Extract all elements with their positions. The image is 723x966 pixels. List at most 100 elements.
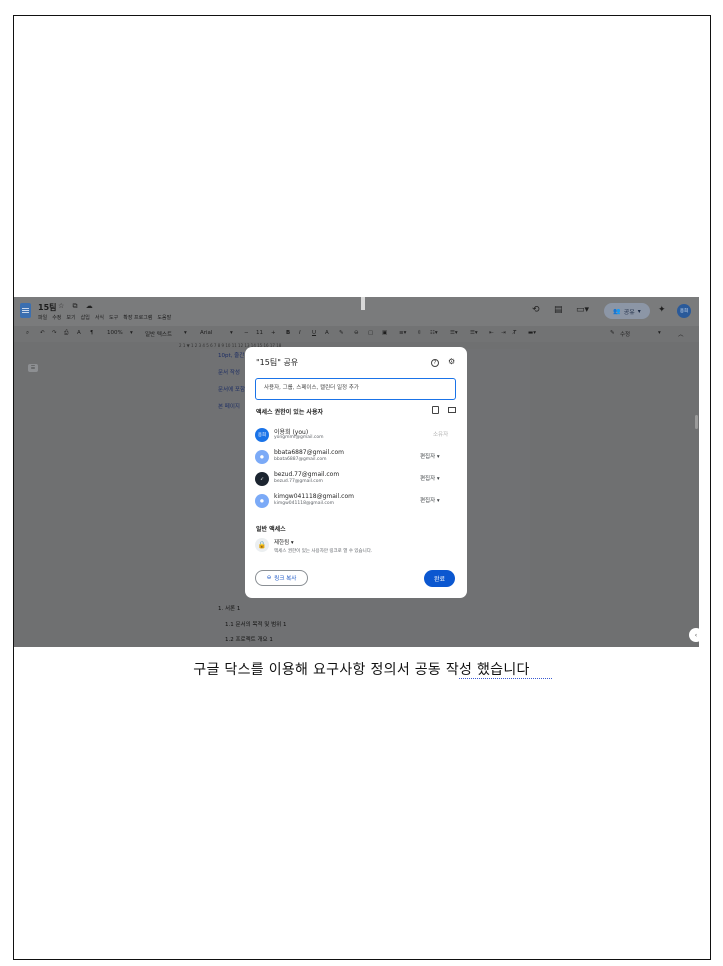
docs-title-bar: 15팀 ☆ ⧉ ☁ 파일 수정 보기 삽입 서식 도구 확장 프로그램 도움말 … <box>14 297 699 326</box>
indent-increase-icon[interactable]: ⇥ <box>501 330 506 336</box>
menu-tools[interactable]: 도구 <box>109 314 118 321</box>
scrollbar[interactable] <box>695 415 698 429</box>
menu-extensions[interactable]: 확장 프로그램 <box>123 314 152 321</box>
role-select[interactable]: 편집자 ▾ <box>420 452 440 460</box>
edit-mode-chevron-icon[interactable]: ▾ <box>658 330 661 336</box>
spellcheck-icon[interactable]: A <box>77 330 81 336</box>
body-line: 문서에 포함 <box>218 387 246 393</box>
person-row: 용희 이용희 (you) yongmmf@gmail.com 소유자 <box>255 426 455 444</box>
bold-icon[interactable]: B <box>286 330 290 336</box>
role-select[interactable]: 편집자 ▾ <box>420 496 440 504</box>
people-header: 액세스 권한이 있는 사용자 <box>256 409 323 416</box>
body-line: 10pt, 줄간 <box>218 353 245 359</box>
toc-line[interactable]: 1.1 문서의 목적 및 범위 1 <box>225 620 286 628</box>
caption: 구글 닥스를 이용해 요구사항 정의서 공동 작성 했습니다 <box>193 662 530 678</box>
edit-mode-icon[interactable]: ✎ <box>610 330 615 336</box>
style-chevron-icon[interactable]: ▾ <box>184 330 187 336</box>
menu-format[interactable]: 서식 <box>95 314 104 321</box>
outline-icon[interactable]: ☰ <box>28 364 38 372</box>
font-size-increase[interactable]: + <box>271 330 276 336</box>
dialog-title: "15팀" 공유 <box>256 358 299 367</box>
person-email: bezud.77@gmail.com <box>274 479 323 484</box>
more-toolbar-icon[interactable]: ▬▾ <box>528 330 536 336</box>
general-access-description: 액세스 권한이 있는 사용자만 링크로 열 수 있습니다. <box>274 549 373 554</box>
help-icon[interactable]: ? <box>431 359 439 367</box>
copy-link-label: 링크 복사 <box>274 576 297 582</box>
screenshot: 15팀 ☆ ⧉ ☁ 파일 수정 보기 삽입 서식 도구 확장 프로그램 도움말 … <box>14 297 699 647</box>
menu-edit[interactable]: 수정 <box>52 314 61 321</box>
style-select[interactable]: 일반 텍스트 <box>145 330 172 338</box>
general-access-header: 일반 액세스 <box>256 526 286 533</box>
menu-view[interactable]: 보기 <box>66 314 75 321</box>
formatting-toolbar: ⌕ ↶ ↷ ⎙ A ¶ 100% ▾ 일반 텍스트 ▾ Arial ▾ − 11… <box>14 326 699 342</box>
email-icon[interactable] <box>448 407 456 413</box>
copy-emails-icon[interactable] <box>432 406 439 414</box>
redo-icon[interactable]: ↷ <box>52 330 57 336</box>
done-button[interactable]: 완료 <box>424 570 455 587</box>
menu-insert[interactable]: 삽입 <box>81 314 90 321</box>
star-move-cloud-icons[interactable]: ☆ ⧉ ☁ <box>58 302 96 311</box>
font-size-input[interactable]: 11 <box>256 330 263 336</box>
highlight-icon[interactable]: ✎ <box>339 330 344 336</box>
avatar[interactable]: 용희 <box>677 304 691 318</box>
font-select[interactable]: Arial <box>200 330 212 336</box>
person-name: bbata6887@gmail.com <box>274 449 344 456</box>
avatar: ➶ <box>255 472 269 486</box>
search-icon[interactable]: ⌕ <box>26 330 29 337</box>
side-panel-toggle-icon[interactable]: ‹ <box>689 628 699 642</box>
undo-icon[interactable]: ↶ <box>40 330 45 336</box>
edit-mode-select[interactable]: 수정 <box>620 330 630 338</box>
spellcheck-underline <box>459 677 552 679</box>
image-icon[interactable]: ▣ <box>382 330 387 336</box>
comments-icon[interactable]: ▤ <box>554 305 563 315</box>
add-people-input[interactable]: 사용자, 그룹, 스페이스, 캘린더 일정 추가 <box>255 378 456 400</box>
toc-line[interactable]: 1. 서론 1 <box>218 604 240 612</box>
role-label: 소유자 <box>433 432 449 438</box>
bullet-list-icon[interactable]: ☰▾ <box>450 330 458 336</box>
print-icon[interactable]: ⎙ <box>64 330 68 337</box>
collapse-toolbar-icon[interactable]: ︿ <box>678 330 684 338</box>
gemini-icon[interactable]: ✦ <box>658 305 666 315</box>
align-icon[interactable]: ≡▾ <box>399 330 406 336</box>
person-row: ● bbata6887@gmail.com bbata6887@gmail.co… <box>255 448 455 466</box>
indent-decrease-icon[interactable]: ⇤ <box>489 330 494 336</box>
underline-icon[interactable]: U <box>312 330 316 336</box>
add-comment-icon[interactable]: ▢ <box>368 330 373 336</box>
font-size-decrease[interactable]: − <box>244 330 249 336</box>
resize-handle <box>361 297 365 310</box>
share-dialog: "15팀" 공유 ? ⚙ 사용자, 그룹, 스페이스, 캘린더 일정 추가 액세… <box>245 347 467 598</box>
zoom-select[interactable]: 100% <box>107 330 123 336</box>
copy-link-button[interactable]: ⊖ 링크 복사 <box>255 570 308 586</box>
paint-format-icon[interactable]: ¶ <box>90 330 94 336</box>
history-icon[interactable]: ⟲ <box>532 305 540 315</box>
role-select[interactable]: 편집자 ▾ <box>420 474 440 482</box>
share-label: 공유 <box>623 308 635 316</box>
meet-icon[interactable]: ▭▾ <box>576 305 589 315</box>
person-name: kimgw041118@gmail.com <box>274 493 354 500</box>
avatar: ● <box>255 450 269 464</box>
person-row: ➶ bezud.77@gmail.com bezud.77@gmail.com … <box>255 470 455 488</box>
font-chevron-icon[interactable]: ▾ <box>230 330 233 336</box>
checklist-icon[interactable]: ☷▾ <box>430 330 438 336</box>
people-icon: 👥 <box>613 307 621 315</box>
link-icon[interactable]: ⊖ <box>354 330 359 336</box>
italic-icon[interactable]: I <box>299 330 301 336</box>
zoom-chevron-icon[interactable]: ▾ <box>130 330 133 336</box>
menu-help[interactable]: 도움말 <box>157 314 171 321</box>
chevron-down-icon: ▾ <box>637 307 641 315</box>
toc-line[interactable]: 1.2 프로젝트 개요 1 <box>225 635 273 643</box>
numbered-list-icon[interactable]: ☰▾ <box>470 330 478 336</box>
clear-format-icon[interactable]: T̸ <box>513 330 516 336</box>
docs-logo-icon[interactable] <box>20 303 31 318</box>
doc-title[interactable]: 15팀 <box>38 302 57 313</box>
body-line: 문서 작성 <box>218 370 240 376</box>
gear-icon[interactable]: ⚙ <box>448 357 455 366</box>
text-color-icon[interactable]: A <box>325 330 329 336</box>
share-button[interactable]: 👥 공유 ▾ <box>604 303 650 319</box>
person-email: yongmmf@gmail.com <box>274 435 324 440</box>
menu-file[interactable]: 파일 <box>38 314 47 321</box>
general-access-select[interactable]: 제한됨 ▾ <box>274 538 294 546</box>
body-line: 본 페이지 <box>218 404 240 410</box>
avatar: ● <box>255 494 269 508</box>
line-spacing-icon[interactable]: ⇳ <box>417 330 422 336</box>
